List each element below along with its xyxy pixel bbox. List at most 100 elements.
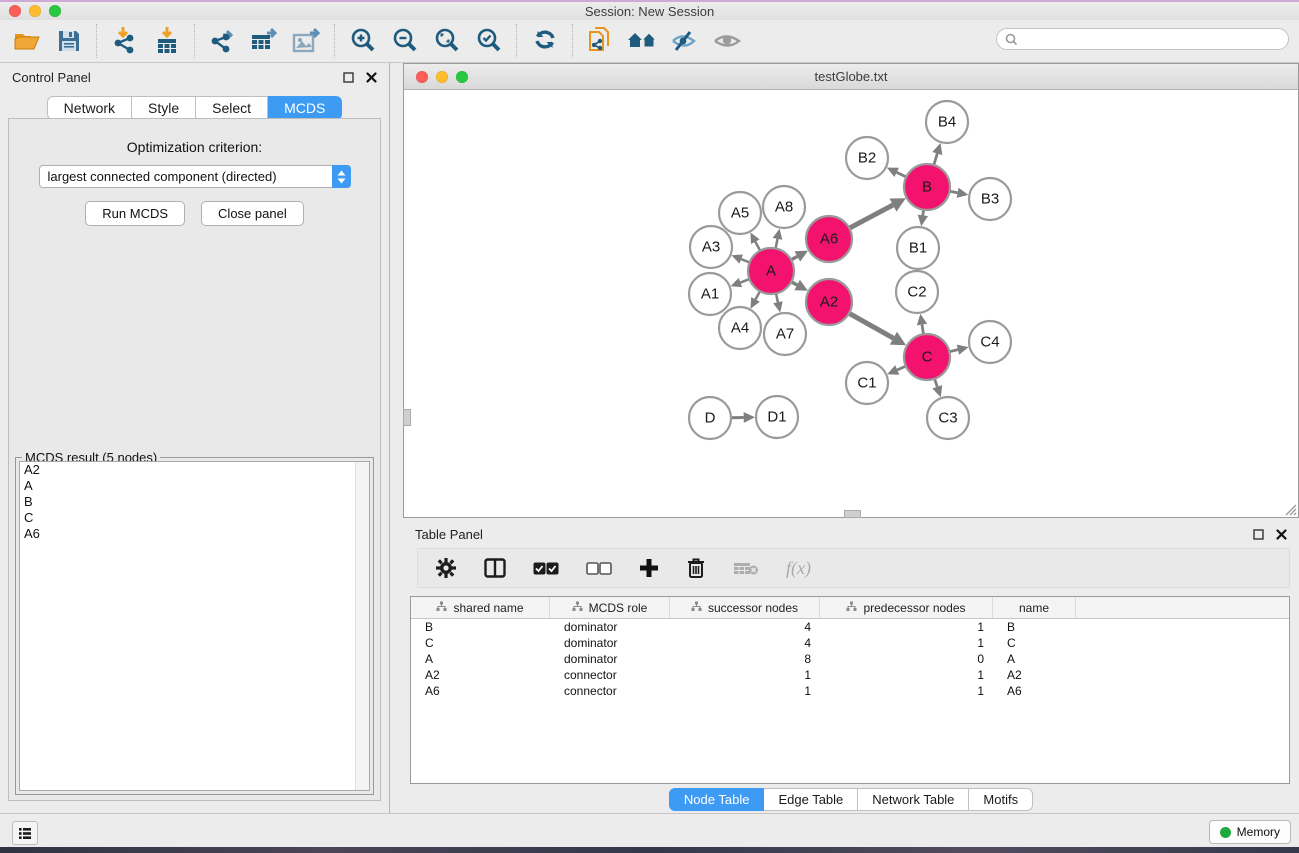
column-layout-icon[interactable] [484, 558, 506, 578]
mcds-result-list[interactable]: A2ABCA6 [19, 461, 370, 791]
import-table-icon[interactable] [150, 25, 184, 57]
result-scrollbar[interactable] [355, 462, 369, 790]
graph-node-A4[interactable]: A4 [719, 307, 761, 349]
resize-grip-icon[interactable] [1283, 502, 1297, 516]
import-network-icon[interactable] [108, 25, 142, 57]
graph-node-B2[interactable]: B2 [846, 137, 888, 179]
graph-node-B3[interactable]: B3 [969, 178, 1011, 220]
column-header-MCDS-role[interactable]: MCDS role [550, 597, 670, 618]
column-header-successor-nodes[interactable]: successor nodes [670, 597, 820, 618]
tab-network-table[interactable]: Network Table [858, 788, 969, 811]
optimization-criterion-dropdown[interactable]: largest connected component (directed) [39, 165, 351, 188]
result-item[interactable]: A6 [20, 526, 369, 542]
run-mcds-button[interactable]: Run MCDS [85, 201, 185, 226]
edge-B-B2[interactable] [897, 172, 907, 177]
bottom-splitter-handle[interactable] [844, 510, 861, 518]
open-file-icon[interactable] [10, 25, 44, 57]
graph-node-B1[interactable]: B1 [897, 227, 939, 269]
node-table[interactable]: shared nameMCDS rolesuccessor nodesprede… [410, 596, 1290, 784]
graph-node-B4[interactable]: B4 [926, 101, 968, 143]
export-table-icon[interactable] [248, 25, 282, 57]
tab-edge-table[interactable]: Edge Table [764, 788, 858, 811]
graph-node-A7[interactable]: A7 [764, 313, 806, 355]
first-neighbors-icon[interactable] [626, 25, 660, 57]
tab-motifs[interactable]: Motifs [969, 788, 1033, 811]
add-column-icon[interactable] [639, 558, 659, 578]
graph-node-C3[interactable]: C3 [927, 397, 969, 439]
edge-A-A4[interactable] [756, 291, 761, 299]
graph-node-A[interactable]: A [748, 248, 794, 294]
graph-node-C1[interactable]: C1 [846, 362, 888, 404]
graph-node-A1[interactable]: A1 [689, 273, 731, 315]
graph-node-C[interactable]: C [904, 334, 950, 380]
network-graph[interactable]: B4 B2 B B3 A5A8A6 A3 B1 A A1 C2 A2 A4A7 C4 C C1 C3 D D1 [404, 90, 1298, 517]
tab-select[interactable]: Select [196, 96, 268, 120]
edge-A-A7[interactable] [776, 294, 778, 303]
graph-node-D[interactable]: D [689, 397, 731, 439]
delete-table-icon[interactable] [733, 560, 759, 576]
graph-node-A6[interactable]: A6 [806, 216, 852, 262]
close-table-panel-icon[interactable] [1276, 529, 1287, 540]
window-titlebar[interactable]: Session: New Session [0, 2, 1299, 20]
graph-node-A8[interactable]: A8 [763, 186, 805, 228]
deselect-all-icon[interactable] [586, 562, 612, 575]
float-panel-icon[interactable] [343, 72, 354, 83]
edge-C-C3[interactable] [935, 379, 938, 387]
column-header-name[interactable]: name [993, 597, 1076, 618]
graph-node-C2[interactable]: C2 [896, 271, 938, 313]
graph-node-A3[interactable]: A3 [690, 226, 732, 268]
close-panel-button[interactable]: Close panel [201, 201, 304, 226]
network-canvas[interactable]: B4 B2 B B3 A5A8A6 A3 B1 A A1 C2 A2 A4A7 C4 C C1 C3 D D1 [404, 90, 1298, 517]
tab-style[interactable]: Style [132, 96, 196, 120]
save-session-icon[interactable] [52, 25, 86, 57]
left-splitter-handle[interactable] [403, 409, 411, 426]
refresh-layout-icon[interactable] [528, 25, 562, 57]
search-field[interactable] [996, 28, 1289, 50]
edge-C-C2[interactable] [922, 325, 924, 335]
edge-A-A8[interactable] [776, 239, 778, 249]
graph-node-A2[interactable]: A2 [806, 279, 852, 325]
close-panel-icon[interactable] [366, 72, 377, 83]
search-input[interactable] [1023, 31, 1280, 47]
edge-B-B3[interactable] [950, 191, 958, 193]
tab-network[interactable]: Network [47, 96, 132, 120]
new-network-from-selection-icon[interactable] [584, 25, 618, 57]
edge-C-C4[interactable] [949, 350, 958, 352]
graph-node-A5[interactable]: A5 [719, 192, 761, 234]
graph-node-D1[interactable]: D1 [756, 396, 798, 438]
edge-A-A5[interactable] [755, 242, 760, 251]
tab-mcds[interactable]: MCDS [268, 96, 342, 120]
graph-node-B[interactable]: B [904, 164, 950, 210]
graph-node-C4[interactable]: C4 [969, 321, 1011, 363]
edge-C-C1[interactable] [897, 366, 906, 370]
select-all-icon[interactable] [533, 562, 559, 575]
column-header-predecessor-nodes[interactable]: predecessor nodes [820, 597, 993, 618]
table-row[interactable]: Adominator80A [411, 651, 1289, 667]
memory-button[interactable]: Memory [1209, 820, 1291, 844]
edge-A-A1[interactable] [740, 279, 749, 282]
edge-A-A3[interactable] [741, 259, 749, 262]
export-image-icon[interactable] [290, 25, 324, 57]
zoom-in-icon[interactable] [346, 25, 380, 57]
table-row[interactable]: Bdominator41B [411, 619, 1289, 635]
show-all-icon[interactable] [710, 25, 744, 57]
table-row[interactable]: A2connector11A2 [411, 667, 1289, 683]
result-item[interactable]: A [20, 478, 369, 494]
result-item[interactable]: C [20, 510, 369, 526]
column-header-shared-name[interactable]: shared name [411, 597, 550, 618]
network-frame-titlebar[interactable]: testGlobe.txt [404, 64, 1298, 90]
task-history-button[interactable] [12, 821, 38, 845]
table-row[interactable]: Cdominator41C [411, 635, 1289, 651]
result-item[interactable]: A2 [20, 462, 369, 478]
zoom-out-icon[interactable] [388, 25, 422, 57]
zoom-selected-icon[interactable] [472, 25, 506, 57]
edge-A6-B[interactable] [849, 205, 893, 228]
tab-node-table[interactable]: Node Table [669, 788, 765, 811]
result-item[interactable]: B [20, 494, 369, 510]
delete-column-icon[interactable] [686, 557, 706, 579]
float-table-panel-icon[interactable] [1253, 529, 1264, 540]
function-builder-icon[interactable]: f(x) [786, 558, 811, 579]
table-row[interactable]: A6connector11A6 [411, 683, 1289, 699]
zoom-fit-icon[interactable] [430, 25, 464, 57]
hide-selected-icon[interactable] [668, 25, 702, 57]
